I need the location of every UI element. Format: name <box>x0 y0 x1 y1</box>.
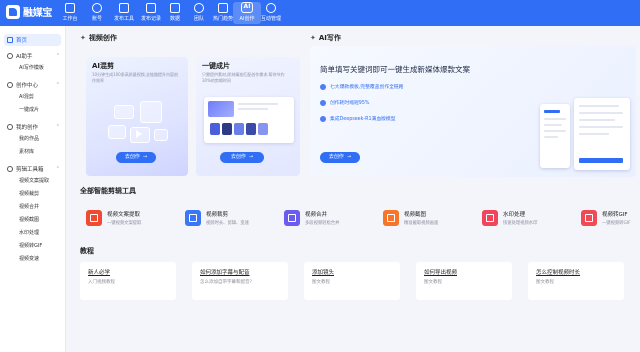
sidebar-item-screenshot[interactable]: 视频截图 <box>0 214 65 227</box>
card-desc: 只需提供素材,即刻精准匹配创作需求,帮你节约30%的剪辑时间 <box>202 72 285 83</box>
create-center-icon <box>7 81 13 88</box>
sidebar-group-my-create[interactable]: 我的创作 ⌃ <box>0 120 65 133</box>
chevron-up-icon: ⌃ <box>55 81 60 88</box>
tutorial-card[interactable]: 添加镜头 图文教程 <box>304 262 400 300</box>
sidebar-item-text-extract[interactable]: 视频文案提取 <box>0 175 65 188</box>
sidebar: 首页 AI助手 ⌃ AI写作模板 创作中心 ⌃ AI混剪 一键成片 我的创作 ⌃… <box>0 26 66 352</box>
video-section-title: ✦ 视频创作 <box>80 34 117 42</box>
ai-write-illustration <box>540 98 632 174</box>
tutorial-card[interactable]: 如何导出视频 图文教程 <box>416 262 512 300</box>
merge-icon <box>284 210 300 226</box>
sidebar-item-my-works[interactable]: 我的作品 <box>0 133 65 146</box>
tool-text-extract[interactable]: 视频文案提取 一键视频文案提取 <box>86 206 182 230</box>
eraser-icon <box>482 210 498 226</box>
tool-crop[interactable]: 视频裁剪 视频时长、剪辑、变速 <box>185 206 281 230</box>
sidebar-item-ai-mix[interactable]: AI混剪 <box>0 91 65 104</box>
nav-account[interactable]: 账号 <box>83 2 111 24</box>
tutorial-card[interactable]: 新人必学 入门视频教程 <box>80 262 176 300</box>
ai-mix-illustration <box>108 99 170 159</box>
chevron-up-icon: ⌃ <box>55 52 60 59</box>
ai-mix-create-button[interactable]: 去创作 → <box>116 152 156 163</box>
ai-write-create-button[interactable]: 去创作 → <box>320 152 360 163</box>
sidebar-item-home[interactable]: 首页 <box>4 34 61 46</box>
tool-screenshot[interactable]: 视频截图 精准截取视频画面 <box>383 206 479 230</box>
ai-mix-card[interactable]: AI混剪 10分钟生成100条高质量视频,全链路提升内容创作效率 去创作 → <box>86 57 188 176</box>
sidebar-item-ai-template[interactable]: AI写作模板 <box>0 62 65 75</box>
app-logo[interactable]: 融媒宝 <box>6 4 52 19</box>
publish-icon <box>119 3 129 13</box>
model-icon <box>320 115 326 122</box>
account-icon <box>92 3 102 13</box>
tool-gif[interactable]: 视频转GIF 一键视频转GIF <box>581 206 639 230</box>
ai-write-card[interactable]: 简单填写关键词即可一键生成新媒体爆款文案 七大爆款模板,完整覆盖创作全链路 创作… <box>310 46 636 177</box>
team-icon <box>194 3 204 13</box>
interact-icon <box>266 3 276 13</box>
sidebar-item-merge[interactable]: 视频合并 <box>0 201 65 214</box>
card-desc: 10分钟生成100条高质量视频,全链路提升内容创作效率 <box>92 72 178 83</box>
text-extract-icon <box>86 210 102 226</box>
top-navbar: 融媒宝 工作台 账号 发布工具 发布记录 数据 团队 热门趋势 AI AI创作 … <box>0 0 640 26</box>
logo-text: 融媒宝 <box>23 8 53 19</box>
tool-merge[interactable]: 视频合并 多段视频轻松合并 <box>284 206 380 230</box>
my-create-icon <box>7 123 13 130</box>
data-icon <box>170 3 180 13</box>
image-icon <box>383 210 399 226</box>
tutorial-card[interactable]: 怎么控制视频时长 图文教程 <box>528 262 624 300</box>
sidebar-item-one-click[interactable]: 一键成片 <box>0 104 65 117</box>
feature-item: 七大爆款模板,完整覆盖创作全链路 <box>320 83 403 90</box>
sparkle-icon: ✦ <box>80 34 86 42</box>
sidebar-item-crop[interactable]: 视频裁剪 <box>0 188 65 201</box>
card-title: AI混剪 <box>92 62 115 70</box>
sidebar-group-create-center[interactable]: 创作中心 ⌃ <box>0 78 65 91</box>
card-title: 一键成片 <box>202 62 230 70</box>
one-click-card[interactable]: 一键成片 只需提供素材,即刻精准匹配创作需求,帮你节约30%的剪辑时间 去创作 → <box>196 57 300 176</box>
ai-assistant-icon <box>7 52 13 59</box>
ai-write-section-title: ✦ AI写作 <box>310 34 341 42</box>
chevron-up-icon: ⌃ <box>55 123 60 130</box>
one-click-create-button[interactable]: 去创作 → <box>220 152 264 163</box>
sidebar-item-speed[interactable]: 视频变速 <box>0 253 65 266</box>
record-icon <box>146 3 156 13</box>
arrow-right-icon: → <box>142 154 148 160</box>
ai-icon: AI <box>241 2 253 13</box>
logo-icon <box>6 4 20 19</box>
sidebar-item-gif[interactable]: 视频转GIF <box>0 240 65 253</box>
home-icon <box>7 37 13 43</box>
workbench-icon <box>65 3 75 13</box>
nav-publish-tool[interactable]: 发布工具 <box>110 2 138 24</box>
sidebar-group-ai-assistant[interactable]: AI助手 ⌃ <box>0 49 65 62</box>
tutorial-card[interactable]: 如何添加字幕与配音 怎么添加自带字幕和配音? <box>192 262 288 300</box>
tools-section-title: 全部智能剪辑工具 <box>80 187 136 195</box>
gif-icon <box>581 210 597 226</box>
tutorial-section-title: 教程 <box>80 247 94 255</box>
feature-item: 集成Deepseek-R1满血版模型 <box>320 115 396 122</box>
trend-icon <box>218 3 228 13</box>
ai-write-headline: 简单填写关键词即可一键生成新媒体爆款文案 <box>320 65 470 74</box>
template-icon <box>320 83 326 90</box>
chart-icon <box>320 99 326 106</box>
sidebar-item-watermark[interactable]: 水印处理 <box>0 227 65 240</box>
sidebar-item-materials[interactable]: 素材库 <box>0 146 65 159</box>
toolbox-icon <box>7 165 13 172</box>
scissors-icon <box>185 210 201 226</box>
arrow-right-icon: → <box>248 154 254 160</box>
arrow-right-icon: → <box>346 154 352 160</box>
feature-item: 创作耗时缩短95% <box>320 99 369 106</box>
nav-workbench[interactable]: 工作台 <box>56 2 84 24</box>
sparkle-icon: ✦ <box>310 34 316 42</box>
chevron-up-icon: ⌃ <box>55 165 60 172</box>
tool-watermark[interactable]: 水印处理 快速处理视频水印 <box>482 206 578 230</box>
sidebar-group-toolbox[interactable]: 剪辑工具箱 ⌃ <box>0 162 65 175</box>
nav-interact[interactable]: 互动管理 <box>257 2 285 24</box>
